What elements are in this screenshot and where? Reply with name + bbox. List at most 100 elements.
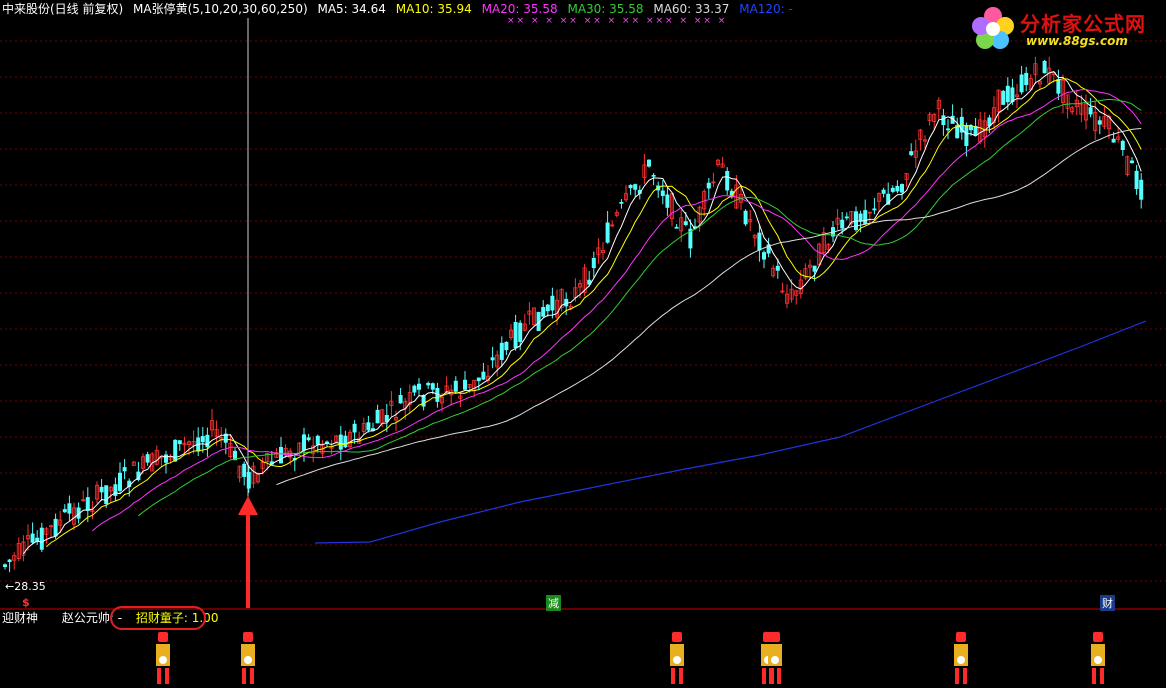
candle-body bbox=[30, 533, 35, 543]
candle-body bbox=[366, 422, 371, 431]
mascot-icon bbox=[672, 632, 682, 642]
candle-body bbox=[706, 182, 711, 189]
mascot-leg bbox=[769, 668, 773, 684]
candle-body bbox=[619, 201, 624, 204]
candle-body bbox=[242, 463, 247, 477]
candle-body bbox=[453, 380, 458, 392]
candle-body bbox=[1010, 87, 1015, 103]
candle-body bbox=[890, 187, 895, 192]
mascot-leg bbox=[250, 668, 254, 684]
candle-body bbox=[3, 564, 8, 567]
candle-body bbox=[476, 377, 481, 382]
candle-body bbox=[85, 497, 90, 511]
candle-body bbox=[513, 321, 518, 349]
candle-body bbox=[177, 440, 182, 445]
candle-body bbox=[872, 208, 877, 211]
mascot-leg bbox=[671, 668, 675, 684]
sub-title: 迎财神 bbox=[2, 611, 39, 625]
logo-title: 分析家公式网 bbox=[1020, 12, 1146, 36]
kline-chart[interactable] bbox=[0, 0, 1166, 688]
candle-body bbox=[775, 265, 780, 271]
candle-body bbox=[1056, 79, 1061, 94]
cai-signal: 财 bbox=[1100, 595, 1115, 611]
candle-body bbox=[895, 185, 900, 192]
candle-body bbox=[1134, 170, 1139, 190]
mascot-leg bbox=[1100, 668, 1104, 684]
candle-body bbox=[384, 414, 389, 422]
candle-body bbox=[674, 226, 679, 229]
candle-body bbox=[964, 125, 969, 146]
candle-body bbox=[398, 395, 403, 404]
candle-body bbox=[122, 467, 127, 472]
candle-body bbox=[430, 383, 435, 390]
arrow-up-icon bbox=[238, 496, 258, 515]
mascot-coin bbox=[957, 656, 965, 664]
mascot-leg bbox=[963, 668, 967, 684]
candle-body bbox=[725, 171, 730, 191]
mascot-coin bbox=[771, 656, 779, 664]
candle-body bbox=[665, 194, 670, 208]
ma60-value: MA60: 33.37 bbox=[653, 2, 730, 16]
candle-body bbox=[39, 527, 44, 550]
candle-body bbox=[660, 190, 665, 196]
candle-body bbox=[683, 221, 688, 226]
ma20-value: MA20: 35.58 bbox=[481, 2, 558, 16]
candle-body bbox=[1088, 107, 1093, 115]
mascot-icon bbox=[243, 632, 253, 642]
candle-body bbox=[1005, 85, 1010, 103]
candle-body bbox=[1042, 60, 1047, 74]
site-logo: 分析家公式网 www.88gs.com bbox=[968, 4, 1158, 52]
candle-body bbox=[605, 222, 610, 243]
mascot-leg bbox=[679, 668, 683, 684]
mascot-icon bbox=[1093, 632, 1103, 642]
candle-body bbox=[946, 128, 951, 131]
ma5-value: MA5: 34.64 bbox=[317, 2, 386, 16]
price-marker: ←28.35 bbox=[5, 580, 46, 593]
highlight-ellipse bbox=[110, 606, 206, 630]
candle-body bbox=[651, 174, 656, 177]
candle-body bbox=[1139, 179, 1144, 200]
candle-body bbox=[7, 559, 12, 563]
ma20-line bbox=[92, 88, 1142, 532]
candle-body bbox=[301, 434, 306, 451]
candle-body bbox=[306, 437, 311, 441]
mascot-coin bbox=[673, 656, 681, 664]
candle-body bbox=[1097, 120, 1102, 125]
candle-body bbox=[1111, 138, 1116, 143]
candle-body bbox=[647, 159, 652, 167]
candle-body bbox=[743, 210, 748, 225]
mascot-leg bbox=[165, 668, 169, 684]
candle-body bbox=[352, 423, 357, 433]
s-signal-icon: $ bbox=[22, 596, 30, 609]
jian-signal: 减 bbox=[546, 595, 561, 611]
mascot-icon bbox=[158, 632, 168, 642]
candle-body bbox=[375, 409, 380, 424]
candle-body bbox=[900, 184, 905, 193]
mascot-leg bbox=[242, 668, 246, 684]
mascot-leg bbox=[157, 668, 161, 684]
candle-body bbox=[200, 436, 205, 443]
candle-body bbox=[840, 219, 845, 229]
candle-body bbox=[481, 371, 486, 380]
candle-body bbox=[315, 435, 320, 445]
candle-body bbox=[969, 125, 974, 131]
candle-body bbox=[628, 184, 633, 189]
candle-body bbox=[1024, 72, 1029, 86]
candle-body bbox=[504, 341, 509, 351]
mascot-leg bbox=[955, 668, 959, 684]
candle-body bbox=[909, 151, 914, 156]
candle-body bbox=[62, 509, 67, 513]
mascot-leg bbox=[1092, 668, 1096, 684]
ma120-value: MA120: - bbox=[739, 2, 793, 16]
candle-body bbox=[104, 485, 109, 504]
candle-body bbox=[863, 210, 868, 224]
candle-body bbox=[550, 295, 555, 311]
chart-header: 中来股份(日线 前复权) MA张停黄(5,10,20,30,60,250) MA… bbox=[2, 1, 799, 17]
mascot-icon bbox=[956, 632, 966, 642]
candle-body bbox=[426, 382, 431, 386]
candle-body bbox=[145, 454, 150, 463]
flower-logo-icon bbox=[972, 7, 1014, 49]
candle-body bbox=[541, 307, 546, 317]
candle-body bbox=[118, 472, 123, 491]
top-cross-marks: ×× × × ×× ×× × ×× ××× × ×× × bbox=[507, 16, 728, 26]
